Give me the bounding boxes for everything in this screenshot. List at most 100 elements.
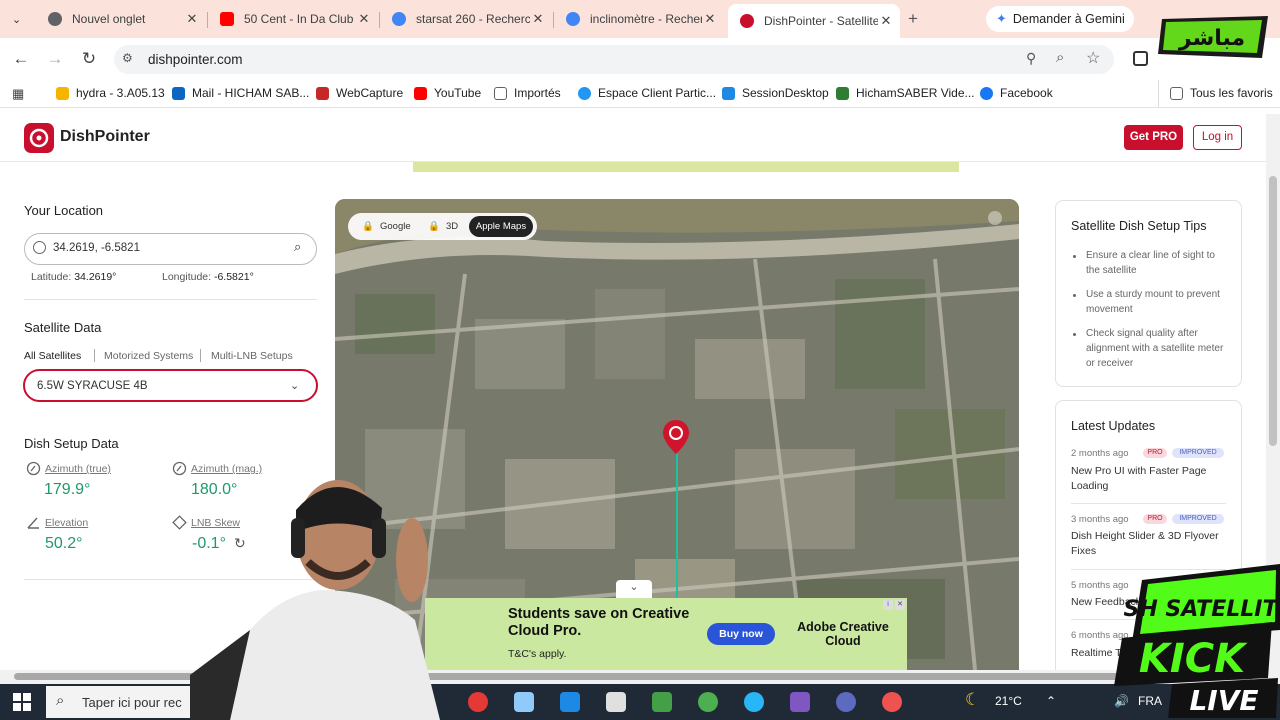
zoom-icon[interactable]: ⌕ (1056, 49, 1064, 66)
app-icon[interactable] (514, 692, 534, 712)
filter-motorized[interactable]: Motorized Systems (104, 350, 193, 362)
tab-50-cent[interactable]: 50 Cent - In Da Club ✕ (208, 4, 378, 34)
kick-live-overlay: SH SATELLITE KICK LIVE (1114, 564, 1280, 718)
reload-icon[interactable]: ↻ (78, 48, 100, 70)
app-icon[interactable] (468, 692, 488, 712)
bookmark-item[interactable]: WebCapture (316, 86, 403, 100)
login-button[interactable]: Log in (1193, 125, 1242, 150)
apps-grid-icon[interactable]: ▦ (12, 86, 24, 102)
weather-temperature[interactable]: 21°C (995, 694, 1022, 708)
taskbar-search-placeholder[interactable]: Taper ici pour rec (82, 695, 182, 710)
longitude-readout: Longitude: -6.5821° (162, 271, 254, 283)
map-toggle-google[interactable]: Google (380, 221, 411, 232)
location-pin-icon[interactable]: ⚲ (1026, 50, 1036, 67)
address-bar[interactable] (114, 45, 1114, 74)
ad-brand: Adobe Creative Cloud (797, 620, 889, 648)
discord-icon[interactable] (836, 692, 856, 712)
all-bookmarks-button[interactable]: Tous les favoris (1170, 86, 1273, 100)
tab-strip: ⌄ Nouvel onglet ✕ 50 Cent - In Da Club ✕… (0, 0, 1280, 38)
bookmark-label: Tous les favoris (1190, 86, 1273, 100)
close-icon[interactable]: ✕ (530, 11, 546, 27)
bookmark-item[interactable]: Espace Client Partic... (578, 86, 716, 100)
site-header (0, 114, 1266, 162)
google-icon (566, 12, 580, 26)
pro-badge: PRO (1143, 514, 1167, 524)
dishpointer-logo-icon[interactable] (24, 123, 54, 153)
app-icon[interactable] (790, 692, 810, 712)
site-info-icon[interactable]: ⚙ (122, 51, 133, 65)
elevation-label: Elevation (45, 517, 89, 529)
bookmark-item[interactable]: Facebook (980, 86, 1053, 100)
bookmark-item[interactable]: hydra - 3.A05.13 (56, 86, 165, 100)
weather-moon-icon: ☾ (965, 690, 981, 709)
filter-all-satellites[interactable]: All Satellites (24, 350, 81, 362)
session-icon (722, 86, 735, 100)
site-logo-text[interactable]: DishPointer (60, 128, 150, 146)
adobe-ad-banner[interactable]: Students save on Creative Cloud Pro. T&C… (425, 598, 907, 670)
map-toggle-apple-maps[interactable]: Apple Maps (469, 216, 533, 237)
tab-search-button[interactable]: ⌄ (0, 4, 36, 34)
ad-close-icon[interactable]: ✕ (895, 600, 905, 610)
chevron-up-icon[interactable]: ⌃ (1046, 694, 1056, 708)
tab-dishpointer[interactable]: DishPointer - Satellite ✕ (728, 4, 900, 38)
tab-inclinometre[interactable]: inclinomètre - Recher ✕ (554, 4, 724, 34)
app-icon[interactable] (560, 692, 580, 712)
ad-info-icon[interactable]: i (883, 600, 893, 610)
azimuth-true-label: Azimuth (true) (45, 463, 111, 475)
new-tab-button[interactable]: + (908, 9, 918, 29)
tab-starsat[interactable]: starsat 260 - Recherch ✕ (380, 4, 552, 34)
crosshair-icon[interactable] (33, 241, 46, 254)
satellite-heading: Satellite Data (24, 320, 102, 335)
close-icon[interactable]: ✕ (356, 11, 372, 27)
app-icon[interactable] (652, 692, 672, 712)
filter-separator (94, 349, 95, 362)
top-ad-banner[interactable] (413, 162, 959, 172)
tip-item: Check signal quality after alignment wit… (1086, 328, 1224, 369)
calculator-icon[interactable] (606, 692, 626, 712)
latitude-value: 34.2619° (74, 271, 117, 283)
map-toggle-3d[interactable]: 3D (446, 221, 458, 232)
chevron-down-icon[interactable]: ⌄ (616, 580, 652, 598)
improved-badge: IMPROVED (1172, 514, 1224, 524)
tab-nouvel-onglet[interactable]: Nouvel onglet ✕ (36, 4, 206, 34)
bookmark-item[interactable]: Mail - HICHAM SAB... (172, 86, 309, 100)
location-marker-icon[interactable] (662, 419, 690, 455)
star-icon[interactable]: ☆ (1086, 48, 1100, 68)
extension-icon[interactable] (1133, 51, 1148, 66)
hydra-icon (56, 86, 69, 100)
close-icon[interactable]: ✕ (184, 11, 200, 27)
outlook-icon (172, 86, 185, 100)
map-layers-icon[interactable] (988, 211, 1002, 225)
bookmark-item[interactable]: SessionDesktop (722, 86, 829, 100)
back-icon[interactable]: ← (10, 48, 32, 70)
close-icon[interactable]: ✕ (702, 11, 718, 27)
forward-icon[interactable]: → (44, 48, 66, 70)
chevron-down-icon[interactable]: ⌄ (290, 379, 299, 392)
telegram-icon[interactable] (744, 692, 764, 712)
bullet (1073, 294, 1076, 297)
ad-buy-now-button[interactable]: Buy now (707, 623, 775, 645)
url-text[interactable]: dishpointer.com (148, 52, 243, 67)
elevation-value: 50.2° (45, 535, 83, 552)
bookmark-item[interactable]: Importés (494, 86, 561, 100)
live-broadcast-badge: مباشر (1158, 16, 1268, 58)
bookmark-label: Espace Client Partic... (598, 86, 717, 100)
location-heading: Your Location (24, 203, 104, 218)
bookmark-item[interactable]: YouTube (414, 86, 481, 100)
windows-start-icon[interactable] (13, 693, 31, 711)
chrome-icon[interactable] (698, 692, 718, 712)
latitude-readout: Latitude: 34.2619° (31, 271, 116, 283)
get-pro-button[interactable]: Get PRO (1124, 125, 1183, 150)
search-icon[interactable]: ⌕ (294, 239, 301, 255)
update-title[interactable]: Dish Height Slider & 3D Flyover Fixes (1071, 529, 1231, 559)
chrome-icon[interactable] (882, 692, 902, 712)
longitude-value: -6.5821° (213, 271, 254, 283)
update-title[interactable]: New Pro UI with Faster Page Loading (1071, 464, 1231, 494)
satellite-selected-value[interactable]: 6.5W SYRACUSE 4B (37, 380, 148, 392)
filter-multi-lnb[interactable]: Multi-LNB Setups (211, 350, 293, 362)
bookmark-item[interactable]: HichamSABER Vide... (836, 86, 975, 100)
location-search-value[interactable]: 34.2619, -6.5821 (53, 242, 140, 254)
close-icon[interactable]: ✕ (878, 13, 894, 29)
vertical-scroll-thumb[interactable] (1269, 176, 1277, 446)
gemini-button[interactable]: ✦ Demander à Gemini (986, 6, 1134, 32)
